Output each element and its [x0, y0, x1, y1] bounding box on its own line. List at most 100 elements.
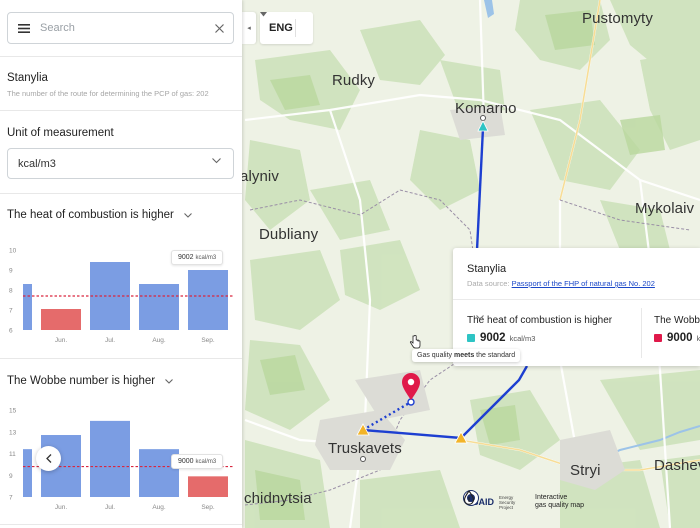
footer-logos: USAID Energy Security Project Interactiv… [463, 490, 584, 514]
close-icon [214, 23, 224, 33]
chart1-tooltip-value: 9002 [178, 254, 194, 261]
unit-select[interactable]: kcal/m3 [7, 148, 234, 179]
city-label-truskavets: Truskavets [328, 440, 402, 457]
chart-bar-2-4 [188, 476, 228, 497]
y-tick-label: 7 [9, 308, 13, 315]
city-label-stryi: Stryi [570, 462, 601, 479]
popup-source-prefix: Data source: [467, 279, 510, 288]
popup-col2-value: 9000 k [654, 332, 700, 344]
chevron-left-icon [45, 454, 51, 463]
popup-col1-unit: kcal/m3 [509, 333, 536, 343]
section-divider [0, 110, 242, 111]
y-tick-label: 10 [9, 248, 17, 255]
chart-bar-2-2 [90, 420, 130, 497]
hamburger-menu-icon [18, 23, 30, 33]
y-tick-label: 15 [9, 408, 17, 415]
tooltip-prefix: Gas quality [417, 352, 453, 359]
sidebar-panel: Stanylia The number of the route for det… [0, 0, 242, 528]
language-label: ENG [269, 22, 293, 34]
popup-col2-number: 9000 [667, 332, 693, 344]
tooltip-bold: meets [453, 352, 475, 359]
chart2-title: The Wobbe number is higher [7, 375, 156, 387]
chart1-title: The heat of combustion is higher [7, 209, 174, 221]
y-tick-label: 8 [9, 288, 13, 295]
chart2-accordion-header[interactable]: The Wobbe number is higher [7, 375, 173, 387]
popup-data-source: Data source: Passport of the FHP of natu… [467, 279, 655, 288]
chart-bar-partial [23, 284, 32, 330]
station-route-number: The number of the route for determining … [7, 89, 209, 98]
x-tick-label: Jun. [55, 504, 67, 511]
chart-prev-button[interactable] [36, 446, 61, 471]
map-logo-line-2: gas quality map [535, 502, 585, 509]
section-divider [0, 524, 242, 525]
chart-bar-1-1 [41, 309, 81, 330]
chart-bar-1-4 [188, 270, 228, 330]
search-input[interactable] [40, 22, 205, 34]
unit-select-value: kcal/m3 [18, 157, 56, 170]
city-label-mykolaiv: Mykolaiv [635, 200, 695, 217]
popup-title: Stanylia [467, 263, 507, 275]
x-tick-label: Aug. [152, 337, 166, 344]
popup-col1-value: 9002 kcal/m3 [467, 332, 535, 344]
x-tick-label: Jul. [105, 504, 115, 511]
chart2-tooltip-value: 9000 [178, 458, 194, 465]
unit-section-title: Unit of measurement [7, 127, 114, 139]
project-line-3: Project [499, 504, 514, 510]
x-tick-label: Sep. [201, 504, 215, 511]
chevron-down-icon [212, 158, 221, 164]
chart2-tooltip-unit: kcal/m3 [195, 459, 217, 465]
x-tick-label: Sep. [201, 337, 215, 344]
city-label-rudky: Rudky [332, 72, 376, 89]
chart1-tooltip-unit: kcal/m3 [195, 255, 217, 261]
popup-col2-unit: k [696, 333, 700, 343]
language-separator [295, 19, 296, 37]
x-tick-label: Jul. [105, 337, 115, 344]
chevron-down-icon [476, 315, 484, 320]
chevron-down-icon [183, 212, 192, 218]
chart-bar-partial [23, 449, 32, 497]
hand-cursor-icon [409, 335, 421, 349]
y-tick-label: 11 [9, 451, 16, 458]
section-divider [0, 358, 242, 359]
popup-col1-number: 9002 [480, 332, 506, 344]
city-label-pustomyty: Pustomyty [582, 10, 653, 27]
interactive-map-logo: Interactive gas quality map [463, 490, 585, 510]
city-label-chidnytsia: chidnytsia [244, 490, 312, 507]
city-label-komarno: Komarno [455, 100, 517, 117]
popup-col2-title[interactable]: The Wobbe [654, 315, 700, 326]
energy-security-project-logo: Energy Security Project [499, 495, 521, 510]
y-tick-label: 13 [9, 429, 17, 436]
quality-indicator-icon [467, 334, 475, 342]
popup-col1-title[interactable]: The heat of combustion is higher [467, 315, 612, 326]
quality-indicator-icon [654, 334, 662, 342]
x-tick-label: Aug. [152, 504, 166, 511]
chevron-down-icon [165, 378, 173, 384]
y-tick-label: 9 [9, 268, 13, 275]
city-label-dubliany: Dubliany [259, 226, 319, 243]
chart-bar-1-3 [139, 284, 179, 330]
y-tick-label: 6 [9, 328, 13, 335]
caret-down-icon [260, 12, 267, 17]
popup-col1-title-text: The heat of combustion is higher [467, 315, 613, 326]
popup-col2-title-text: The Wobbe [654, 315, 700, 326]
y-tick-label: 7 [9, 495, 13, 502]
drop-pin-icon [463, 490, 475, 505]
search-bar [7, 12, 234, 44]
collapse-sidebar-button[interactable]: ◂ [242, 12, 256, 44]
tooltip-suffix: the standard [476, 352, 516, 359]
menu-button[interactable] [8, 13, 40, 43]
popup-divider [453, 299, 700, 300]
section-divider [0, 56, 242, 57]
city-label-dasheva: Dasheva [654, 457, 700, 474]
city-label-alyniv: alyniv [240, 168, 279, 185]
popup-source-link[interactable]: Passport of the FHP of natural gas No. 2… [512, 279, 655, 288]
section-divider [0, 193, 242, 194]
chart1-tooltip: 9002 kcal/m3 [171, 250, 224, 265]
clear-search-button[interactable] [205, 13, 233, 43]
language-select[interactable]: ENG [260, 12, 313, 44]
popup-column-separator [641, 308, 642, 358]
map-logo-line-1: Interactive [535, 494, 568, 501]
chart1-accordion-header[interactable]: The heat of combustion is higher [7, 209, 192, 221]
gas-quality-tooltip: Gas quality meets the standard [412, 349, 521, 362]
station-name: Stanylia [7, 72, 48, 84]
